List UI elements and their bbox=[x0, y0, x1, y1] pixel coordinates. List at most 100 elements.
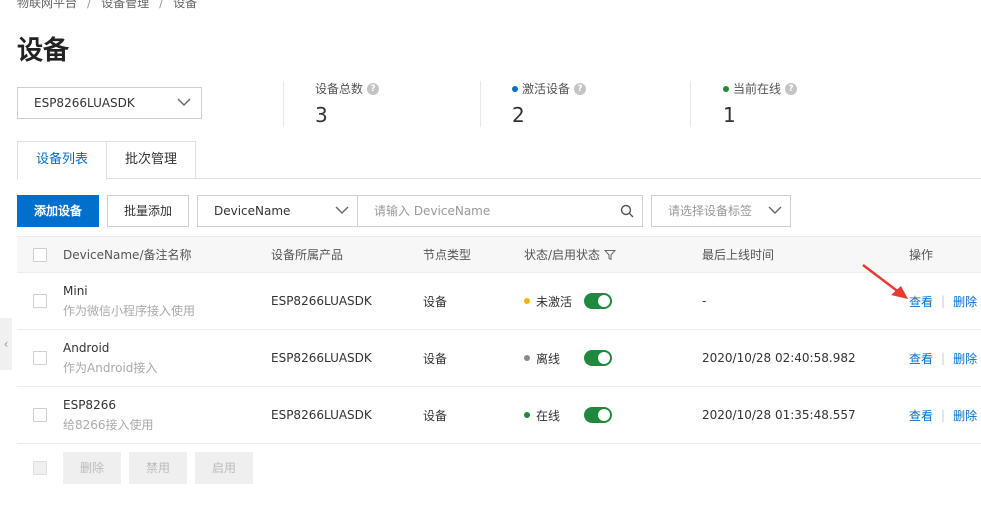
status-badge: 未激活 bbox=[524, 293, 572, 310]
view-link[interactable]: 查看 bbox=[909, 407, 933, 424]
view-link[interactable]: 查看 bbox=[909, 350, 933, 367]
footer-select-all-checkbox[interactable] bbox=[33, 461, 47, 475]
device-product: ESP8266LUASDK bbox=[271, 294, 372, 308]
view-link[interactable]: 查看 bbox=[909, 293, 933, 310]
stat-activated-devices: 激活设备? 2 bbox=[512, 80, 587, 128]
last-online-time: 2020/10/28 02:40:58.982 bbox=[702, 351, 856, 365]
status-text: 未激活 bbox=[536, 294, 573, 309]
column-header-name: DeviceName/备注名称 bbox=[63, 248, 192, 262]
stat-label: 激活设备 bbox=[522, 82, 571, 96]
action-separator: | bbox=[941, 351, 946, 365]
stat-value: 2 bbox=[512, 103, 525, 127]
stat-label: 当前在线 bbox=[733, 82, 782, 96]
breadcrumb: 物联网平台 / 设备管理 / 设备 bbox=[17, 0, 197, 11]
product-select[interactable]: ESP8266LUASDK bbox=[17, 87, 202, 119]
device-tag-select[interactable]: 请选择设备标签 bbox=[651, 195, 791, 227]
breadcrumb-separator: / bbox=[159, 0, 164, 10]
chevron-down-icon bbox=[177, 98, 191, 106]
filter-field-value: DeviceName bbox=[214, 204, 291, 218]
breadcrumb-item-iot[interactable]: 物联网平台 bbox=[17, 0, 77, 10]
device-node-type: 设备 bbox=[423, 294, 448, 309]
last-online-time: 2020/10/28 01:35:48.557 bbox=[702, 408, 856, 422]
product-select-value: ESP8266LUASDK bbox=[34, 96, 135, 110]
delete-link[interactable]: 删除 bbox=[953, 293, 977, 310]
tab-device-list[interactable]: 设备列表 bbox=[17, 141, 107, 180]
column-header-product: 设备所属产品 bbox=[271, 248, 344, 262]
column-header-status: 状态/启用状态 bbox=[524, 237, 617, 272]
help-icon[interactable]: ? bbox=[574, 82, 587, 95]
breadcrumb-item-device-mgmt[interactable]: 设备管理 bbox=[101, 0, 149, 10]
help-icon[interactable]: ? bbox=[785, 82, 798, 95]
enable-toggle[interactable] bbox=[584, 293, 613, 309]
row-checkbox[interactable] bbox=[33, 408, 47, 422]
search-input[interactable]: 请输入 DeviceName bbox=[358, 196, 642, 226]
breadcrumb-item-device: 设备 bbox=[173, 0, 198, 10]
batch-enable-button[interactable]: 启用 bbox=[195, 452, 253, 484]
stat-divider bbox=[690, 81, 691, 127]
device-node-type: 设备 bbox=[423, 408, 448, 423]
chevron-down-icon bbox=[768, 206, 782, 214]
status-text: 离线 bbox=[536, 351, 561, 366]
filter-icon[interactable] bbox=[604, 249, 617, 261]
filter-field-select[interactable]: DeviceName bbox=[198, 196, 358, 226]
batch-add-button[interactable]: 批量添加 bbox=[107, 195, 189, 227]
stat-label: 设备总数 bbox=[315, 82, 364, 96]
tab-bar: 设备列表 批次管理 bbox=[17, 141, 981, 180]
stat-value: 1 bbox=[723, 103, 736, 127]
stat-total-devices: 设备总数? 3 bbox=[315, 80, 380, 128]
status-text: 在线 bbox=[536, 408, 561, 423]
stat-online-devices: 当前在线? 1 bbox=[723, 80, 798, 128]
device-name: Mini bbox=[63, 283, 88, 298]
stat-value: 3 bbox=[315, 103, 328, 127]
tag-select-placeholder: 请选择设备标签 bbox=[668, 204, 753, 218]
status-dot-icon bbox=[524, 412, 530, 418]
table-row: Android 作为Android接入 ESP8266LUASDK 设备 离线 … bbox=[17, 330, 981, 387]
stat-divider bbox=[480, 81, 481, 127]
enable-toggle[interactable] bbox=[584, 407, 613, 423]
last-online-time: - bbox=[702, 294, 707, 308]
page-title: 设备 bbox=[17, 36, 70, 66]
table-header: DeviceName/备注名称 设备所属产品 节点类型 状态/启用状态 最后上线… bbox=[17, 236, 981, 273]
device-note: 作为微信小程序接入使用 bbox=[63, 303, 196, 318]
batch-disable-button[interactable]: 禁用 bbox=[129, 452, 187, 484]
status-badge: 在线 bbox=[524, 407, 560, 424]
chevron-down-icon bbox=[335, 206, 349, 214]
stat-divider bbox=[283, 81, 284, 127]
status-badge: 离线 bbox=[524, 350, 560, 367]
help-icon[interactable]: ? bbox=[367, 82, 380, 95]
action-separator: | bbox=[941, 408, 946, 422]
action-separator: | bbox=[941, 294, 946, 308]
device-table: DeviceName/备注名称 设备所属产品 节点类型 状态/启用状态 最后上线… bbox=[17, 236, 981, 444]
status-dot-icon bbox=[524, 298, 530, 304]
column-header-last-online: 最后上线时间 bbox=[702, 248, 775, 262]
search-placeholder: 请输入 DeviceName bbox=[374, 204, 491, 218]
device-name: ESP8266 bbox=[63, 397, 116, 412]
table-row: Mini 作为微信小程序接入使用 ESP8266LUASDK 设备 未激活 - … bbox=[17, 273, 981, 330]
sidebar-collapse-handle[interactable]: ‹ bbox=[0, 318, 12, 370]
batch-action-bar: 删除 禁用 启用 bbox=[17, 452, 261, 484]
select-all-checkbox[interactable] bbox=[33, 247, 47, 262]
row-checkbox[interactable] bbox=[33, 351, 47, 365]
status-dot-icon bbox=[524, 355, 530, 361]
batch-delete-button[interactable]: 删除 bbox=[63, 452, 121, 484]
device-name: Android bbox=[63, 340, 110, 355]
breadcrumb-separator: / bbox=[87, 0, 92, 10]
status-dot-icon bbox=[723, 85, 729, 92]
row-checkbox[interactable] bbox=[33, 294, 47, 308]
device-node-type: 设备 bbox=[423, 351, 448, 366]
delete-link[interactable]: 删除 bbox=[953, 350, 977, 367]
device-product: ESP8266LUASDK bbox=[271, 408, 372, 422]
enable-toggle[interactable] bbox=[584, 350, 613, 366]
device-product: ESP8266LUASDK bbox=[271, 351, 372, 365]
column-header-status-label: 状态/启用状态 bbox=[524, 248, 601, 262]
table-row: ESP8266 给8266接入使用 ESP8266LUASDK 设备 在线 20… bbox=[17, 387, 981, 444]
column-header-node-type: 节点类型 bbox=[423, 248, 472, 262]
device-note: 给8266接入使用 bbox=[63, 417, 154, 432]
add-device-button[interactable]: 添加设备 bbox=[17, 195, 99, 227]
search-icon[interactable] bbox=[620, 204, 634, 218]
delete-link[interactable]: 删除 bbox=[953, 407, 977, 424]
tab-batch-management[interactable]: 批次管理 bbox=[106, 141, 196, 179]
device-note: 作为Android接入 bbox=[63, 360, 158, 375]
status-dot-icon bbox=[512, 85, 518, 92]
search-filter-group: DeviceName 请输入 DeviceName bbox=[197, 195, 643, 227]
